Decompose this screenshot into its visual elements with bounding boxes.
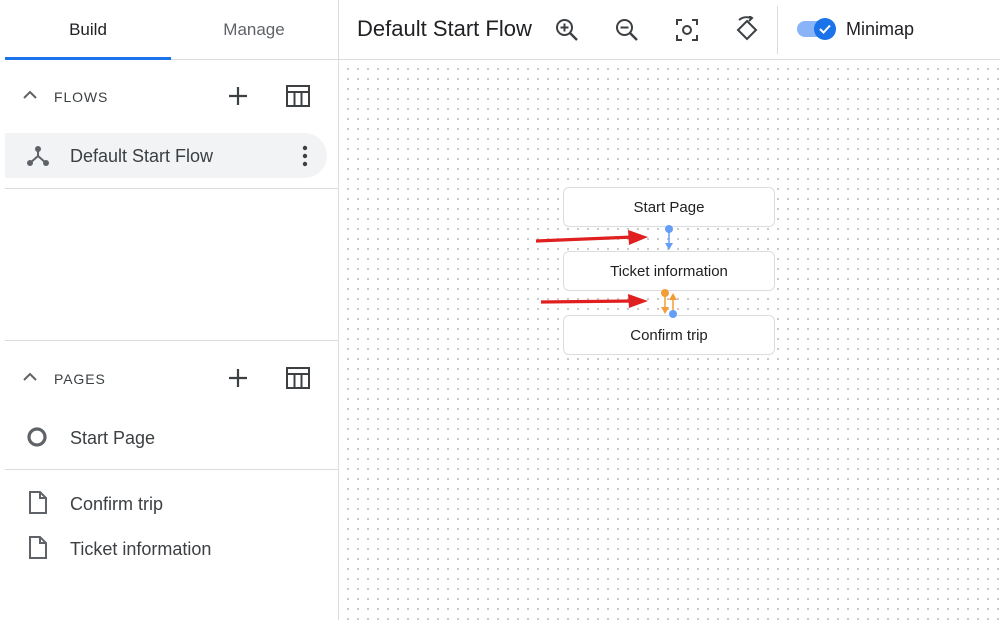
auto-layout-button[interactable]: [729, 12, 765, 48]
flow-canvas[interactable]: Start Page Ticket information Confirm tr…: [339, 60, 1000, 620]
canvas-overlay: [535, 225, 677, 318]
route-ticket-to-confirm[interactable]: [661, 289, 677, 318]
zoom-out-button[interactable]: [609, 12, 645, 48]
add-flow-button[interactable]: [220, 78, 256, 114]
page-icon: [25, 490, 51, 516]
more-vert-icon[interactable]: [293, 141, 317, 171]
table-icon: [285, 84, 311, 108]
zoom-out-icon: [614, 17, 640, 43]
zoom-in-button[interactable]: [549, 12, 585, 48]
flow-item-default-start-flow[interactable]: Default Start Flow: [5, 133, 327, 178]
add-icon: [226, 84, 250, 108]
pages-table-button[interactable]: [280, 360, 316, 396]
check-icon: [818, 22, 832, 36]
table-icon: [285, 366, 311, 390]
page-item-confirm-trip[interactable]: Confirm trip: [5, 481, 338, 525]
center-focus-icon: [674, 17, 700, 43]
flows-table-button[interactable]: [280, 78, 316, 114]
tab-bar: Build Manage: [5, 0, 338, 60]
add-icon: [226, 366, 250, 390]
minimap-toggle[interactable]: [797, 18, 837, 40]
flows-section-header: FLOWS: [5, 66, 338, 126]
sidebar: Build Manage FLOWS Default Start Flow PA…: [0, 0, 339, 620]
pages-divider: [5, 469, 338, 470]
route-start-to-ticket[interactable]: [665, 225, 673, 250]
page-item-ticket-information[interactable]: Ticket information: [5, 526, 338, 570]
page-item-label: Ticket information: [70, 539, 212, 559]
flow-title: Default Start Flow: [357, 16, 532, 41]
tab-build[interactable]: Build: [5, 0, 171, 60]
annotation-arrow-1: [535, 230, 648, 245]
toggle-knob: [814, 18, 836, 40]
annotation-arrow-2: [540, 294, 648, 308]
pages-section-title: PAGES: [54, 371, 106, 387]
page-item-start-page[interactable]: Start Page: [5, 415, 338, 459]
zoom-in-icon: [554, 17, 580, 43]
auto-layout-icon: [733, 16, 761, 44]
flow-item-label: Default Start Flow: [70, 146, 214, 166]
chevron-up-icon[interactable]: [21, 88, 39, 102]
page-item-label: Start Page: [70, 428, 156, 448]
chevron-up-icon[interactable]: [21, 370, 39, 384]
pages-section-header: PAGES: [5, 348, 338, 408]
minimap-label: Minimap: [846, 19, 915, 39]
start-page-icon: [25, 425, 51, 451]
tab-manage[interactable]: Manage: [171, 0, 337, 59]
center-focus-button[interactable]: [669, 12, 705, 48]
sections-divider: [5, 340, 338, 341]
flow-icon: [25, 143, 51, 169]
flows-divider: [5, 188, 338, 189]
canvas-toolbar: Default Start Flow Minimap: [339, 0, 1000, 60]
flows-section-title: FLOWS: [54, 89, 109, 105]
page-icon: [25, 535, 51, 561]
toolbar-separator: [777, 6, 778, 54]
page-item-label: Confirm trip: [70, 494, 164, 514]
add-page-button[interactable]: [220, 360, 256, 396]
